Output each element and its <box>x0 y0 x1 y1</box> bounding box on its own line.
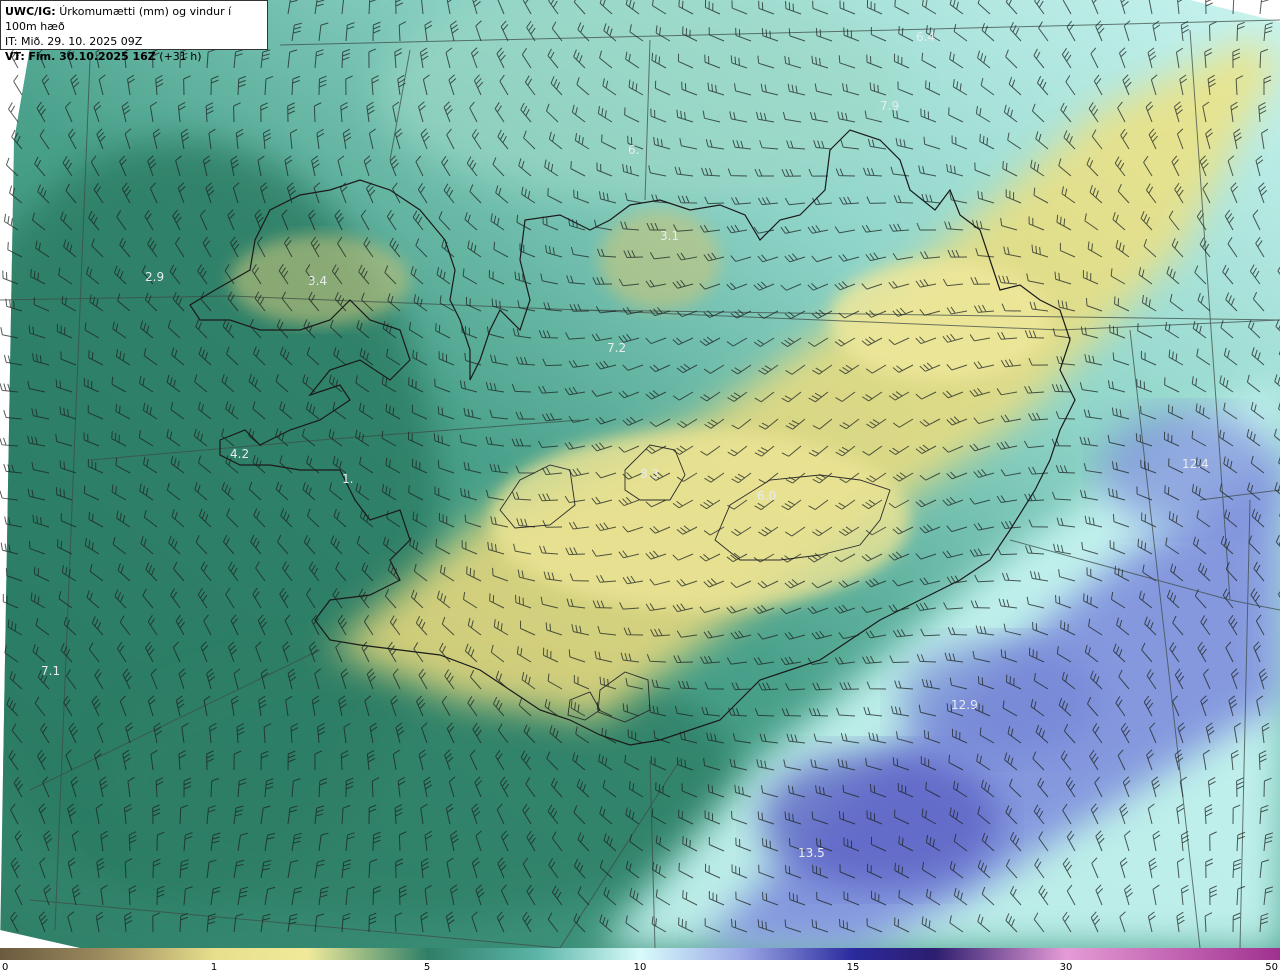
valid-label: VT: <box>5 50 25 63</box>
colorbar-tick: 0 <box>2 962 9 973</box>
value-label: 13.5 <box>798 846 825 860</box>
lead-time: (+31 h) <box>159 50 202 63</box>
value-label: 6.4 <box>916 30 935 44</box>
value-label: 1. <box>342 472 353 486</box>
value-label: 8.3 <box>640 467 659 481</box>
value-label: 3.1 <box>660 229 679 243</box>
value-label: 6. <box>628 143 639 157</box>
colorbar-tick-labels: 0 1 5 10 15 30 50 <box>0 962 1280 978</box>
valid-time: Fim. 30.10.2025 16Z <box>28 50 156 63</box>
value-label: 3.4 <box>308 274 327 288</box>
value-label: 12.4 <box>1182 457 1209 471</box>
product-code: UWC/IG: <box>5 5 56 18</box>
colorbar-tick: 30 <box>1059 962 1073 973</box>
colorbar-tick: 1 <box>210 962 218 973</box>
colorbar-tick: 15 <box>846 962 860 973</box>
value-label: 7.1 <box>41 664 60 678</box>
map-info-box: UWC/IG: Úrkomumætti (mm) og vindur í 100… <box>0 0 268 63</box>
colorbar-tick: 10 <box>633 962 647 973</box>
precipitation-colorbar <box>0 948 1280 960</box>
colorbar-tick: 50 <box>1265 962 1278 973</box>
product-title-line: UWC/IG: Úrkomumætti (mm) og vindur í 100… <box>5 4 263 34</box>
value-label: 4.2 <box>230 447 249 461</box>
value-label: 12.9 <box>951 698 978 712</box>
valid-time-line: VT: Fim. 30.10.2025 16Z (+31 h) <box>5 49 263 64</box>
value-label: 7.2 <box>607 341 626 355</box>
issue-time: IT: Mið. 29. 10. 2025 09Z <box>5 35 143 48</box>
value-label: 7.9 <box>880 99 899 113</box>
colorbar-tick: 5 <box>423 962 431 973</box>
value-label: 6.0 <box>757 489 776 503</box>
precipitation-wind-map: 6.4 7.9 6. 3.1 3.4 2.9 7.2 4.2 1. 12.4 7… <box>0 0 1280 948</box>
value-label: 2.9 <box>145 270 164 284</box>
